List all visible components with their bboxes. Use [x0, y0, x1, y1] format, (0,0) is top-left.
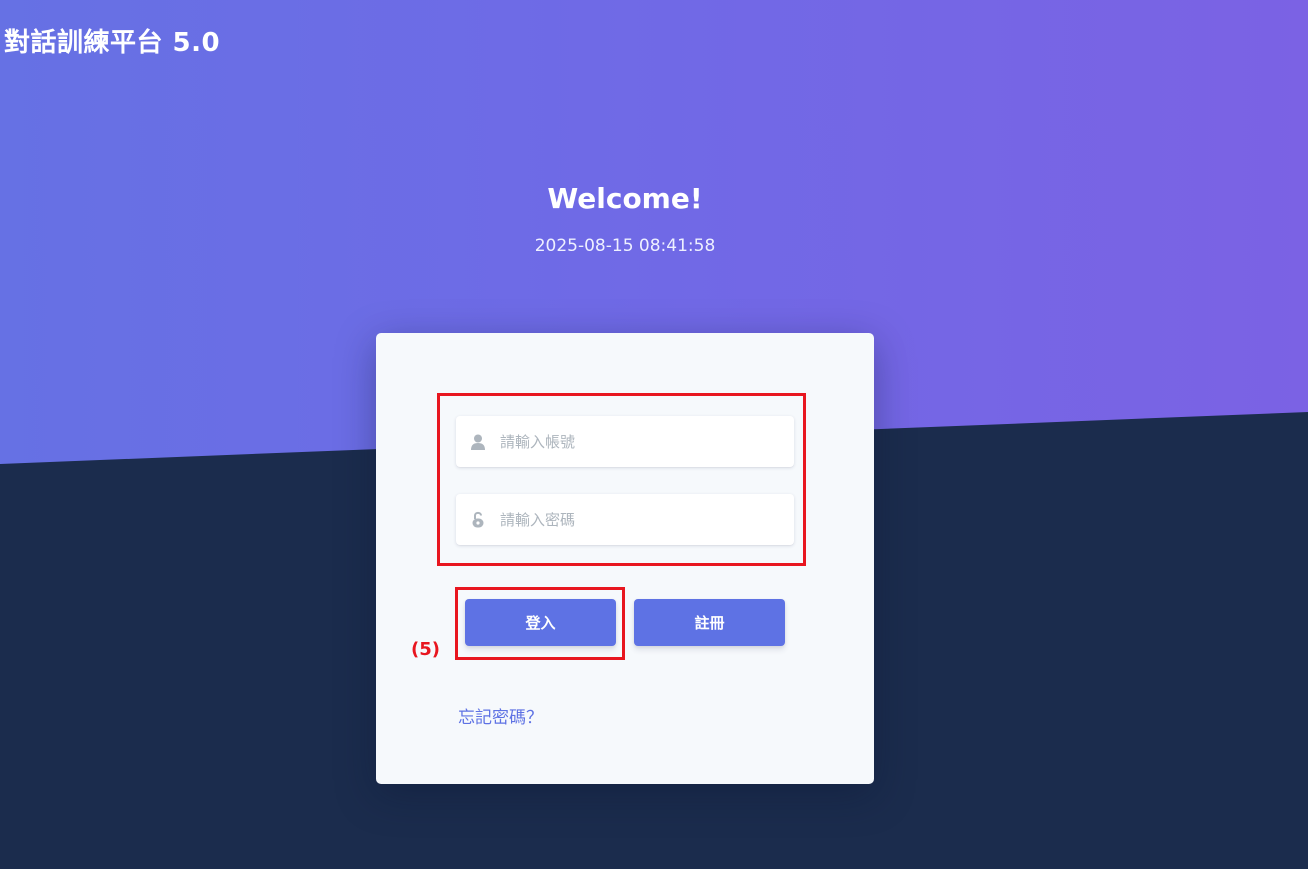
brand-title: 對話訓練平台 5.0 [4, 28, 221, 58]
annotation-box-login [455, 587, 625, 660]
current-datetime: 2025-08-15 08:41:58 [534, 236, 716, 256]
welcome-heading: Welcome! [547, 182, 703, 215]
register-button[interactable]: 註冊 [634, 599, 785, 646]
forgot-password-link[interactable]: 忘記密碼？ [458, 703, 543, 728]
annotation-box-credentials [437, 393, 806, 566]
login-page: 對話訓練平台 5.0 Welcome! 2025-08-15 08:41:58 [0, 0, 1308, 869]
annotation-step-label: (5) [411, 639, 440, 660]
